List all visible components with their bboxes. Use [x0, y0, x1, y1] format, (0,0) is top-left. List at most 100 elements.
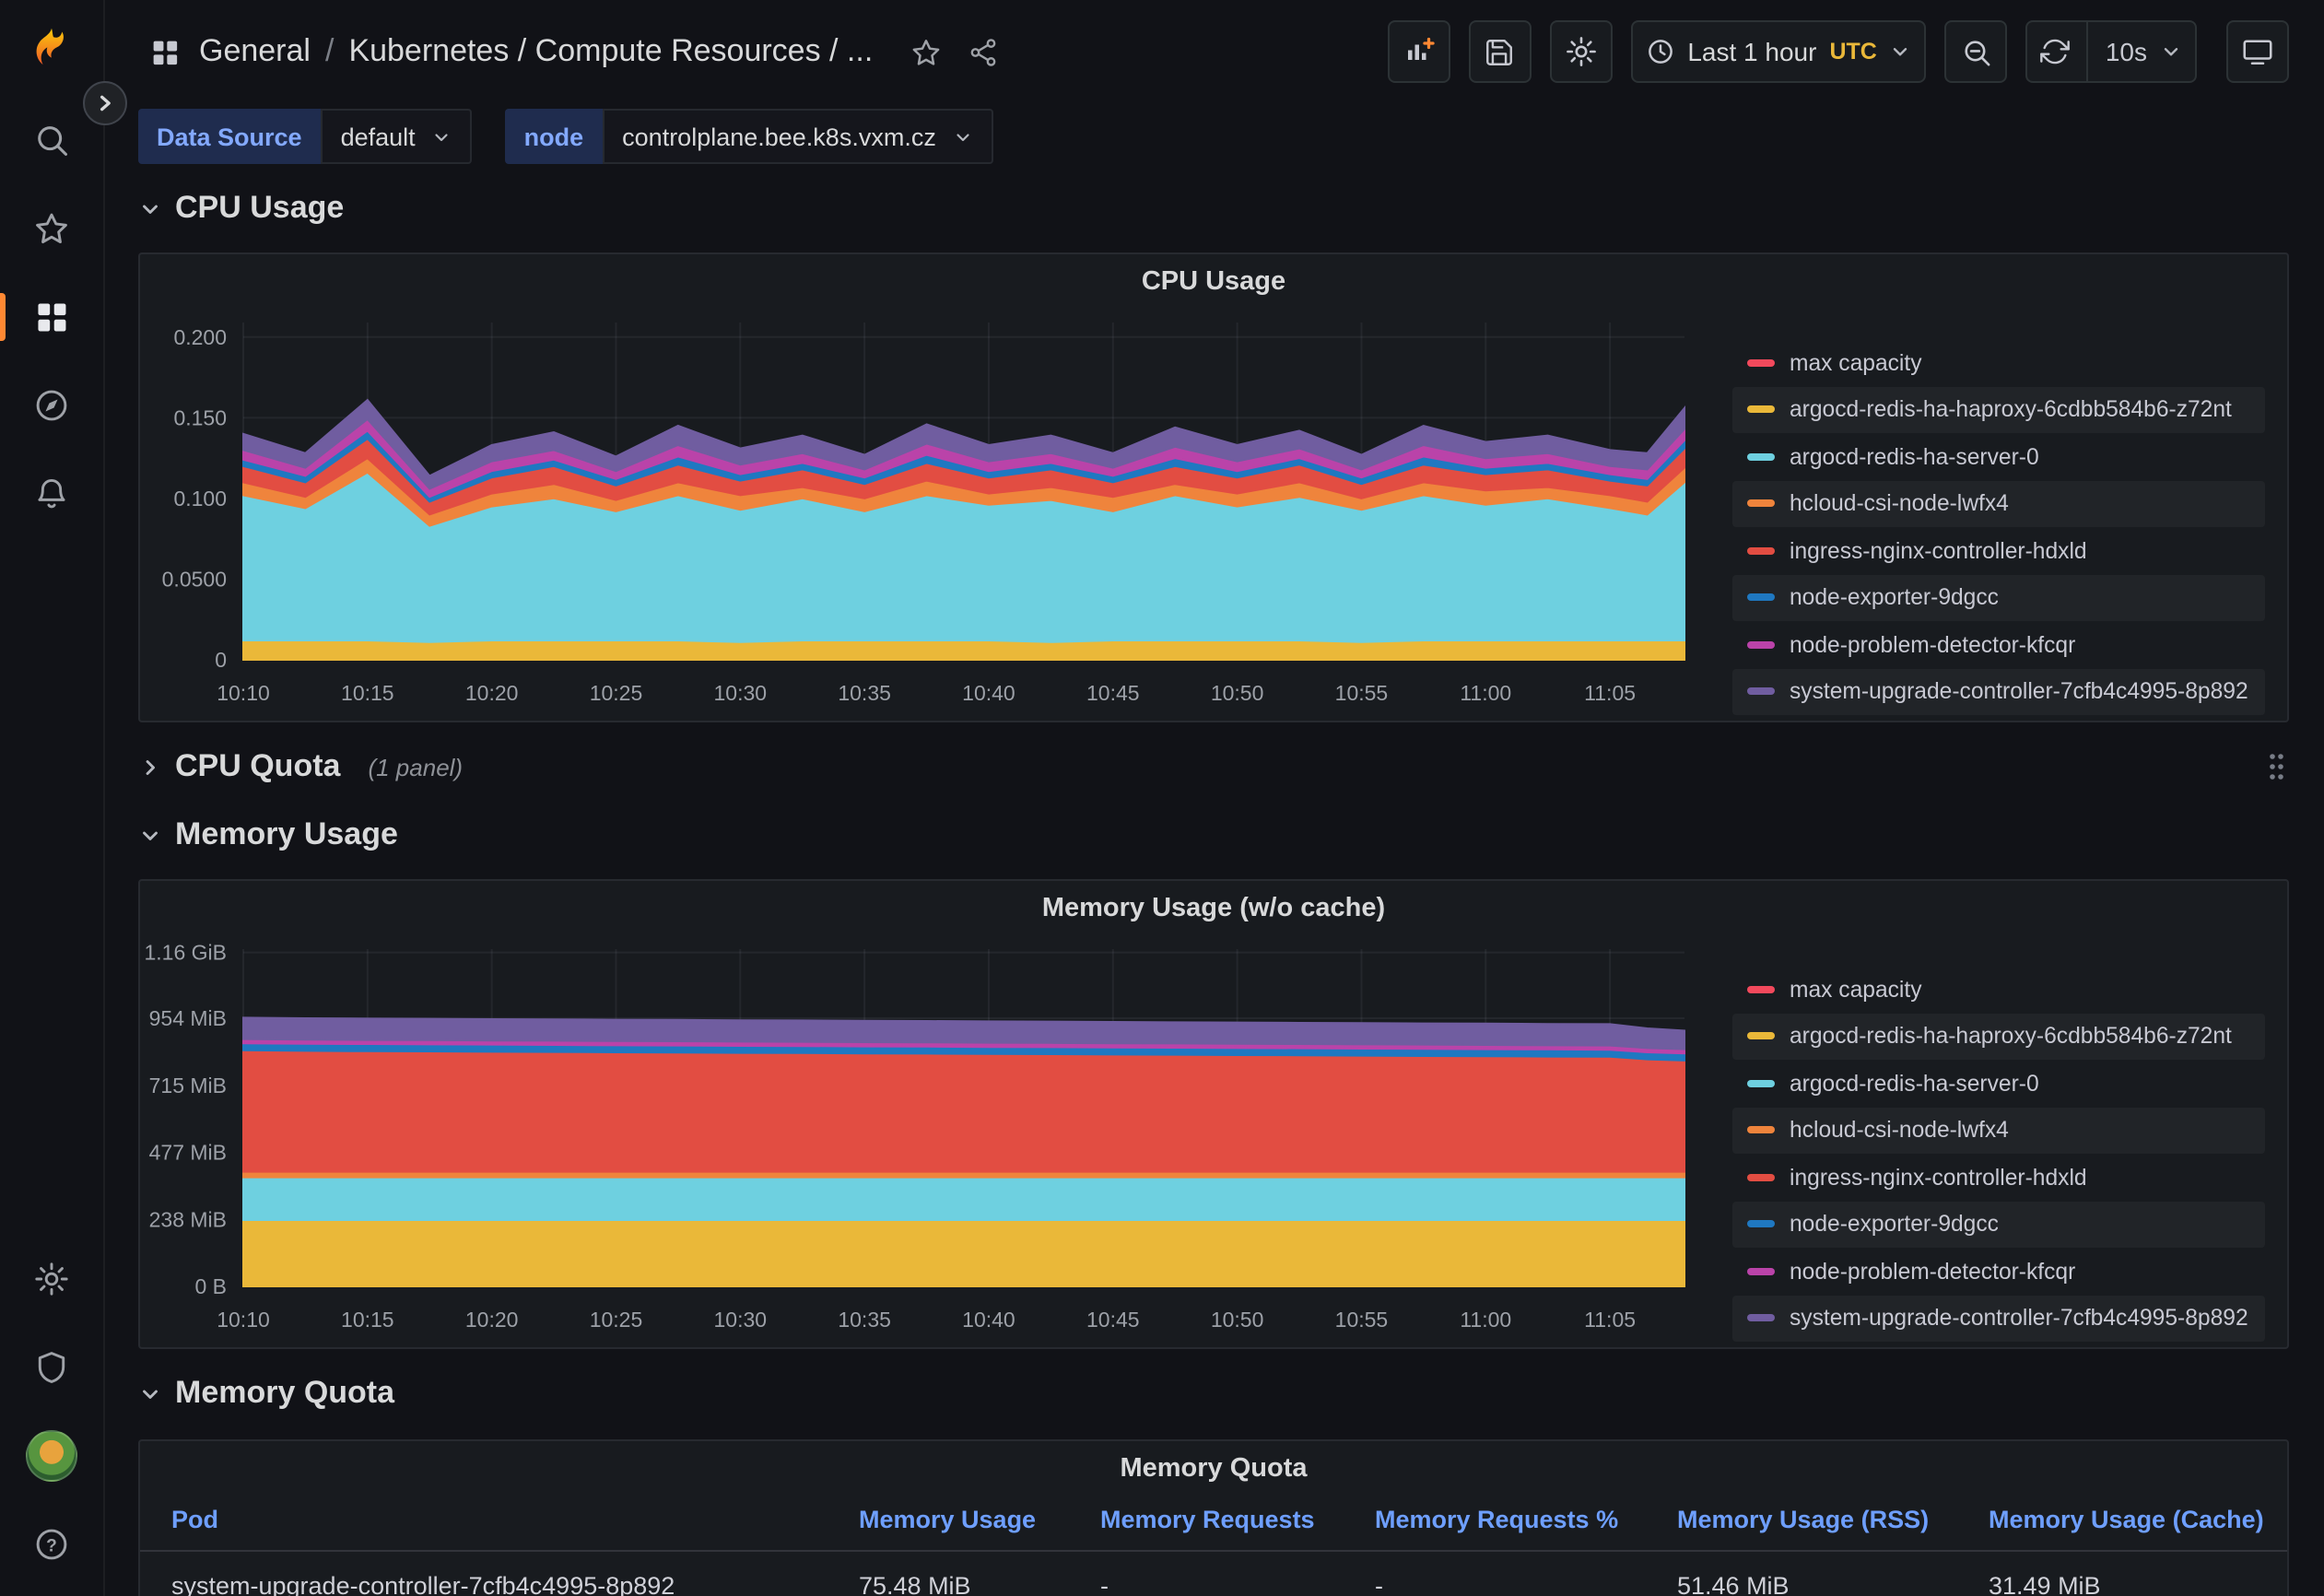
- svg-text:10:55: 10:55: [1335, 681, 1389, 705]
- series-name[interactable]: node-problem-detector-kfcqr: [1790, 632, 2075, 658]
- svg-text:11:00: 11:00: [1460, 681, 1511, 705]
- legend-item[interactable]: max capacity: [1732, 966, 2265, 1013]
- series-name[interactable]: system-upgrade-controller-7cfb4c4995-8p8…: [1790, 1306, 2248, 1332]
- sidebar-item-starred[interactable]: [0, 192, 103, 265]
- series-name[interactable]: max capacity: [1790, 350, 1922, 376]
- clock-icon: [1645, 37, 1674, 66]
- series-name[interactable]: argocd-redis-ha-haproxy-6cdbb584b6-z72nt: [1790, 397, 2232, 423]
- share-icon[interactable]: [967, 36, 998, 67]
- sidebar-item-alerting[interactable]: [0, 457, 103, 531]
- legend-item[interactable]: node-problem-detector-kfcqr: [1732, 1248, 2265, 1295]
- section-header-memory-usage[interactable]: Memory Usage: [138, 809, 2289, 861]
- favorite-star-icon[interactable]: [910, 36, 941, 67]
- timezone-label: UTC: [1829, 39, 1876, 65]
- panel-title[interactable]: CPU Usage: [140, 254, 2287, 310]
- series-name[interactable]: hcloud-csi-node-lwfx4: [1790, 1118, 2009, 1144]
- panel-title[interactable]: Memory Quota: [140, 1441, 2287, 1496]
- svg-text:10:25: 10:25: [590, 681, 643, 705]
- variable-datasource-select[interactable]: default: [321, 109, 473, 164]
- sidebar-item-configuration[interactable]: [0, 1242, 103, 1316]
- refresh-interval-label[interactable]: 10s: [2106, 37, 2147, 66]
- expand-sidebar-button[interactable]: [83, 81, 127, 125]
- legend-item[interactable]: argocd-redis-ha-haproxy-6cdbb584b6-z72nt: [1732, 1013, 2265, 1060]
- gear-icon: [1564, 35, 1597, 68]
- chevron-right-icon: [96, 94, 114, 112]
- sidebar-item-explore[interactable]: [0, 369, 103, 442]
- sidebar-item-server-admin[interactable]: [0, 1331, 103, 1404]
- breadcrumb-actions: [910, 36, 998, 67]
- series-name[interactable]: argocd-redis-ha-haproxy-6cdbb584b6-z72nt: [1790, 1024, 2232, 1050]
- search-icon: [33, 122, 70, 158]
- column-header[interactable]: Memory Usage: [859, 1496, 1100, 1550]
- refresh-icon: [2041, 37, 2071, 66]
- legend-item[interactable]: max capacity: [1732, 339, 2265, 386]
- column-header[interactable]: Memory Requests %: [1375, 1496, 1677, 1550]
- section-header-cpu-usage[interactable]: CPU Usage: [138, 182, 2289, 234]
- series-name[interactable]: ingress-nginx-controller-hdxld: [1790, 1165, 2087, 1191]
- cpu-usage-chart[interactable]: 00.05000.1000.1500.20010:1010:1510:2010:…: [144, 310, 1696, 706]
- svg-text:238 MiB: 238 MiB: [149, 1207, 227, 1231]
- series-name[interactable]: node-problem-detector-kfcqr: [1790, 1259, 2075, 1285]
- series-name[interactable]: system-upgrade-controller-7cfb4c4995-8p8…: [1790, 679, 2248, 705]
- table-cell: 31.49 MiB: [1989, 1552, 2287, 1596]
- save-icon: [1484, 36, 1515, 67]
- time-range-picker[interactable]: Last 1 hour UTC: [1630, 20, 1927, 83]
- section-header-cpu-quota[interactable]: CPU Quota (1 panel): [138, 733, 2289, 800]
- legend-item[interactable]: ingress-nginx-controller-hdxld: [1732, 527, 2265, 574]
- series-name[interactable]: argocd-redis-ha-server-0: [1790, 444, 2039, 470]
- legend-item[interactable]: system-upgrade-controller-7cfb4c4995-8p8…: [1732, 1295, 2265, 1342]
- add-panel-icon: [1402, 35, 1435, 68]
- column-header[interactable]: Pod: [171, 1496, 859, 1550]
- column-header[interactable]: Memory Usage (RSS): [1677, 1496, 1989, 1550]
- sidebar-item-dashboards[interactable]: [0, 280, 103, 354]
- legend-item[interactable]: node-problem-detector-kfcqr: [1732, 621, 2265, 668]
- series-name[interactable]: ingress-nginx-controller-hdxld: [1790, 538, 2087, 564]
- column-header[interactable]: Memory Requests: [1100, 1496, 1375, 1550]
- zoom-out-time-button[interactable]: [1945, 20, 2008, 83]
- series-name[interactable]: argocd-redis-ha-server-0: [1790, 1071, 2039, 1097]
- series-name[interactable]: hcloud-csi-node-lwfx4: [1790, 491, 2009, 517]
- chevron-down-icon: [2160, 41, 2182, 63]
- svg-text:10:40: 10:40: [962, 681, 1015, 705]
- breadcrumb-folder[interactable]: General: [199, 33, 311, 70]
- sidebar-item-profile[interactable]: [0, 1419, 103, 1493]
- dashboards-grid-icon: [33, 299, 70, 335]
- variable-node-select[interactable]: controlplane.bee.k8s.vxm.cz: [602, 109, 993, 164]
- chevron-down-icon: [138, 1381, 162, 1405]
- memory-usage-chart[interactable]: 0 B238 MiB477 MiB715 MiB954 MiB1.16 GiB1…: [144, 936, 1696, 1332]
- series-name[interactable]: max capacity: [1790, 977, 1922, 1003]
- legend-item[interactable]: hcloud-csi-node-lwfx4: [1732, 1107, 2265, 1154]
- legend-item[interactable]: hcloud-csi-node-lwfx4: [1732, 480, 2265, 527]
- breadcrumb-dashboard[interactable]: Kubernetes / Compute Resources / ...: [348, 33, 873, 70]
- save-dashboard-button[interactable]: [1468, 20, 1531, 83]
- breadcrumb: General / Kubernetes / Compute Resources…: [199, 33, 873, 70]
- series-color-swatch: [1747, 1268, 1775, 1275]
- svg-text:0.150: 0.150: [173, 405, 227, 429]
- series-color-swatch: [1747, 1221, 1775, 1228]
- cycle-view-mode-button[interactable]: [2226, 20, 2289, 83]
- legend-item[interactable]: node-exporter-9dgcc: [1732, 1201, 2265, 1248]
- legend-item[interactable]: argocd-redis-ha-server-0: [1732, 433, 2265, 480]
- series-color-swatch: [1747, 641, 1775, 649]
- dashboard-settings-button[interactable]: [1549, 20, 1612, 83]
- series-name[interactable]: node-exporter-9dgcc: [1790, 585, 1999, 611]
- legend-item[interactable]: argocd-redis-ha-haproxy-6cdbb584b6-z72nt: [1732, 386, 2265, 433]
- series-color-swatch: [1747, 1127, 1775, 1134]
- sidebar-item-help[interactable]: ?: [0, 1508, 103, 1581]
- svg-text:10:30: 10:30: [714, 1308, 768, 1332]
- drag-handle[interactable]: [2267, 752, 2285, 781]
- series-name[interactable]: node-exporter-9dgcc: [1790, 1212, 1999, 1238]
- add-panel-button[interactable]: [1387, 20, 1450, 83]
- legend-item[interactable]: argocd-redis-ha-server-0: [1732, 1060, 2265, 1107]
- column-header[interactable]: Memory Usage (Cache): [1989, 1496, 2287, 1550]
- section-header-memory-quota[interactable]: Memory Quota: [138, 1367, 2289, 1419]
- panel-title[interactable]: Memory Usage (w/o cache): [140, 881, 2287, 936]
- time-range-label: Last 1 hour: [1687, 37, 1816, 66]
- svg-text:10:35: 10:35: [838, 681, 891, 705]
- legend-item[interactable]: ingress-nginx-controller-hdxld: [1732, 1154, 2265, 1201]
- svg-text:10:50: 10:50: [1211, 1308, 1264, 1332]
- refresh-picker[interactable]: 10s: [2026, 20, 2197, 83]
- legend-item[interactable]: system-upgrade-controller-7cfb4c4995-8p8…: [1732, 668, 2265, 715]
- svg-text:10:50: 10:50: [1211, 681, 1264, 705]
- legend-item[interactable]: node-exporter-9dgcc: [1732, 574, 2265, 621]
